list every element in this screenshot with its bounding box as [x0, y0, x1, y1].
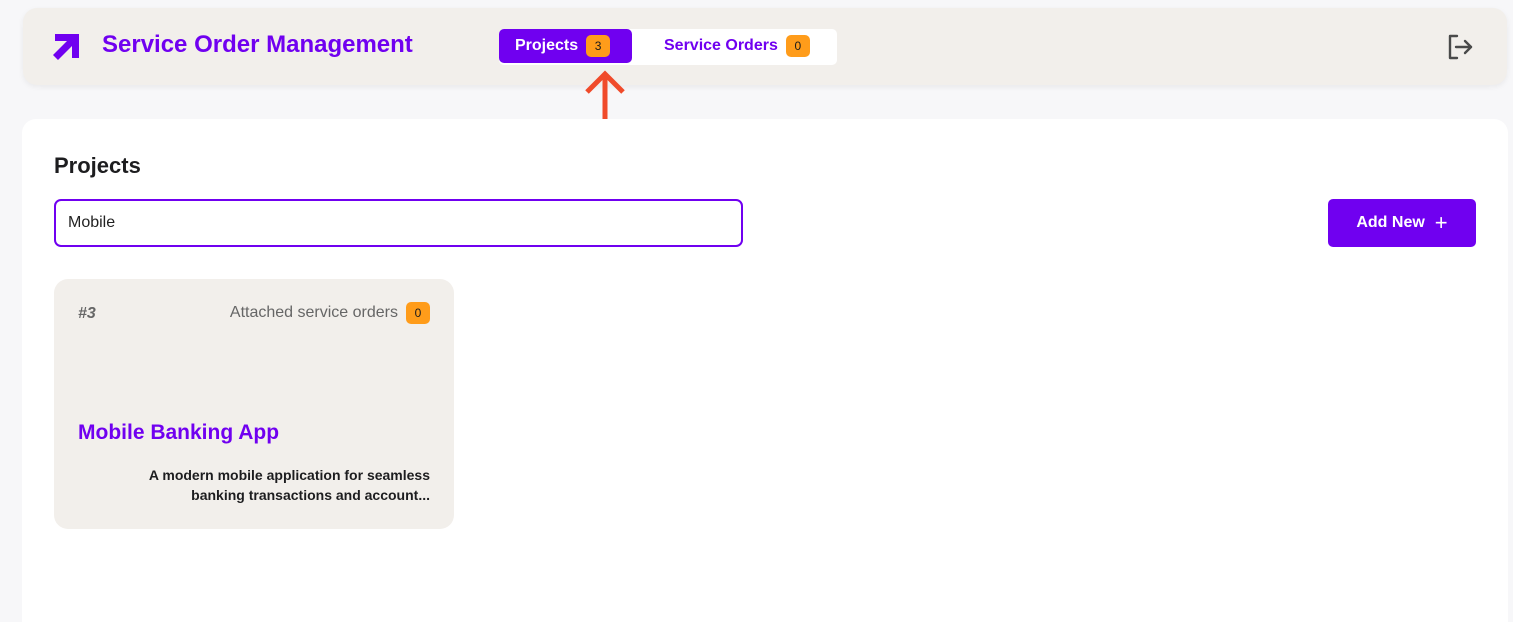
attached-count-badge: 0 [406, 302, 430, 324]
tab-service-orders-label: Service Orders [664, 37, 778, 54]
tab-projects-label: Projects [515, 37, 579, 54]
project-card[interactable]: #3 Attached service orders 0 Mobile Bank… [54, 279, 454, 529]
page-title: Projects [54, 153, 141, 178]
attached-label: Attached service orders [229, 304, 398, 321]
arrow-up-right-icon [53, 34, 79, 60]
tab-service-orders[interactable]: Service Orders 0 [664, 29, 810, 63]
plus-icon: + [1434, 210, 1448, 235]
logout-icon[interactable] [1446, 33, 1474, 61]
service-orders-count-badge: 0 [785, 35, 810, 57]
project-title: Mobile Banking App [78, 421, 280, 444]
tab-projects[interactable]: Projects 3 [499, 29, 632, 63]
add-new-label: Add New [1356, 214, 1425, 231]
project-description: A modern mobile application for seamless… [148, 467, 430, 503]
search-input[interactable] [54, 199, 743, 247]
attached-service-orders: Attached service orders 0 [230, 302, 430, 324]
main-tabs: Projects 3 Service Orders 0 [499, 29, 837, 65]
app-title: Service Order Management [102, 31, 413, 58]
projects-count-badge: 3 [586, 35, 611, 57]
project-id: #3 [78, 305, 96, 322]
add-new-button[interactable]: Add New + [1328, 199, 1476, 247]
